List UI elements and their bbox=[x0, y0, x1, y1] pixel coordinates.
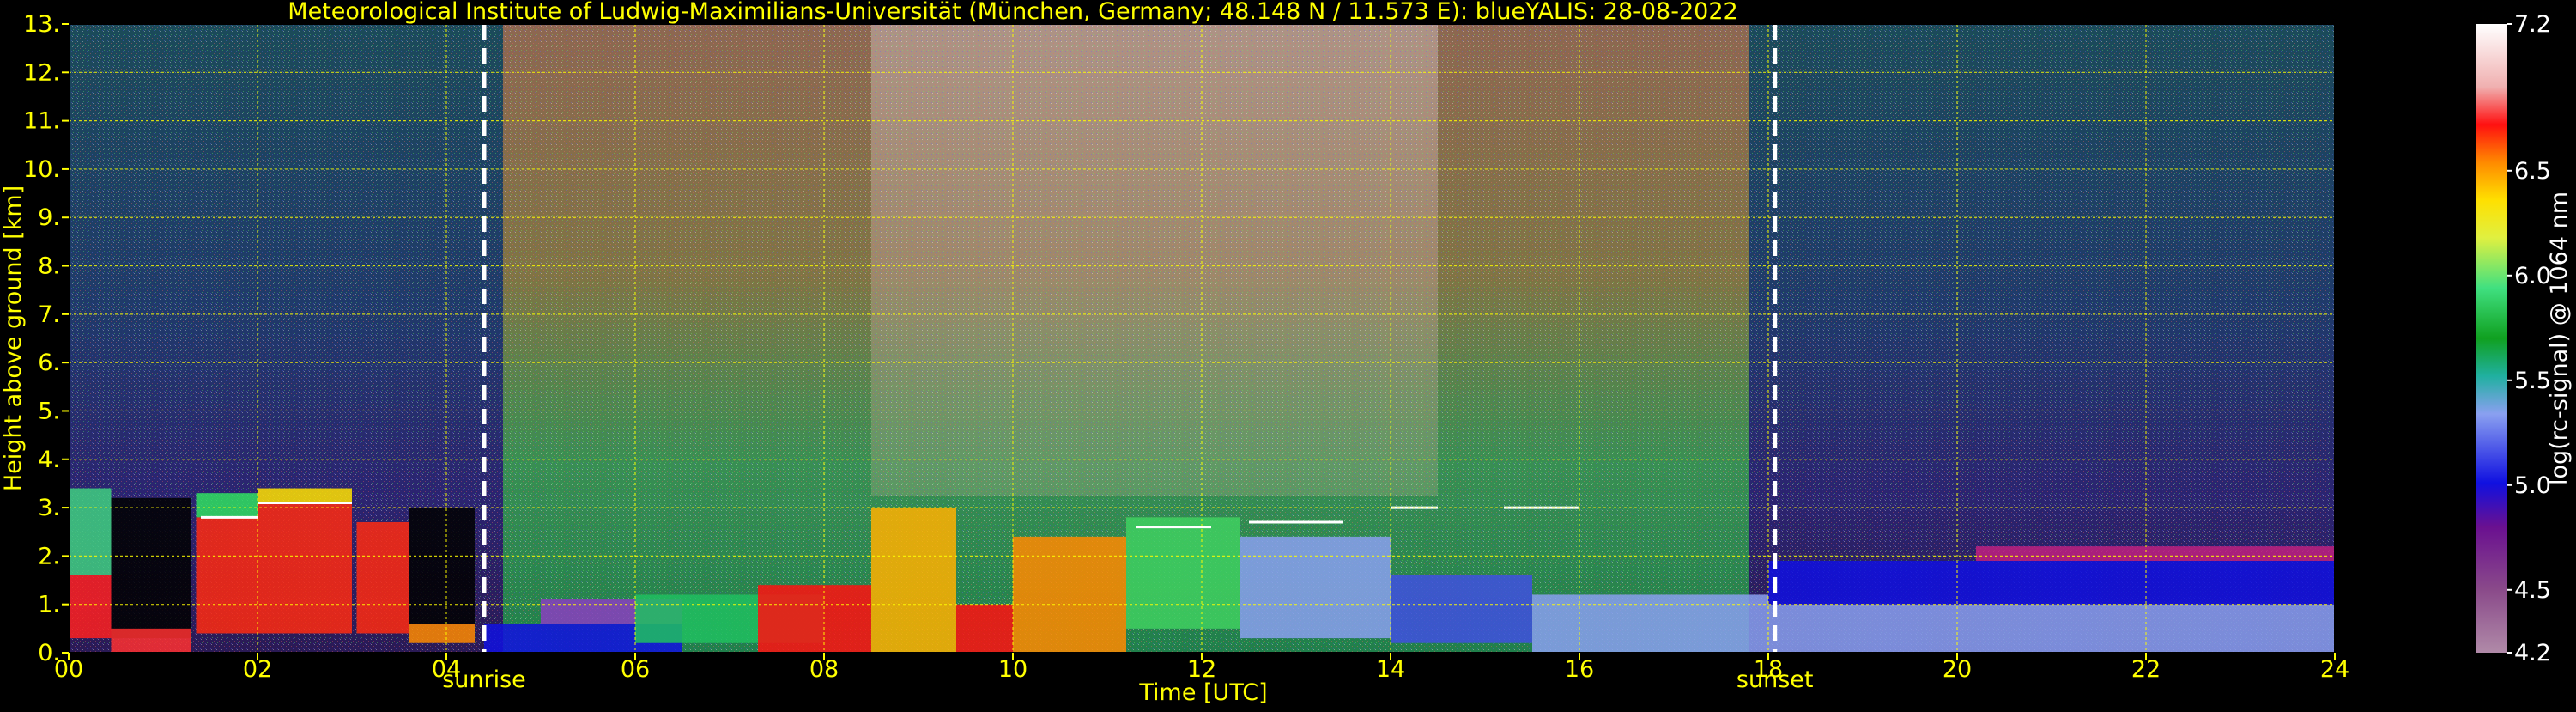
y-tick-label: 9. bbox=[38, 204, 60, 231]
feature-block bbox=[111, 497, 191, 639]
x-tick-label: 24 bbox=[2320, 656, 2349, 683]
colorbar-tick-label: 4.5 bbox=[2514, 577, 2551, 604]
x-tick-label: 06 bbox=[621, 656, 650, 683]
x-axis-label: Time [UTC] bbox=[1138, 679, 1267, 706]
feature-block bbox=[758, 585, 871, 653]
feature-block bbox=[1532, 594, 1768, 653]
feature-block bbox=[956, 604, 1013, 653]
feature-block bbox=[196, 517, 258, 634]
feature-block bbox=[258, 488, 352, 503]
y-tick-label: 10. bbox=[23, 156, 60, 183]
feature-block bbox=[1240, 536, 1391, 639]
lidar-quicklook: sunrise sunset 00 02 04 06 08 10 12 14 16 18 20 22 24… bbox=[0, 0, 2576, 708]
y-tick-label: 6. bbox=[38, 350, 60, 376]
feature-block bbox=[409, 508, 475, 624]
feature-block bbox=[1013, 536, 1126, 653]
x-tick-label: 04 bbox=[432, 656, 461, 683]
feature-block bbox=[69, 575, 112, 639]
chart-svg: sunrise sunset 00 02 04 06 08 10 12 14 16 18 20 22 24… bbox=[0, 0, 2573, 706]
y-tick-label: 5. bbox=[38, 398, 60, 424]
feature-block bbox=[1976, 546, 2335, 562]
colorbar: 4.24.55.05.56.06.57.2 bbox=[2476, 11, 2551, 666]
x-tick-label: 14 bbox=[1376, 656, 1405, 683]
colorbar-tick-label: 6.5 bbox=[2514, 158, 2551, 185]
y-tick-label: 13. bbox=[23, 11, 60, 38]
y-tick-label: 2. bbox=[38, 543, 60, 569]
feature-block bbox=[111, 628, 191, 653]
y-tick-label: 4. bbox=[38, 447, 60, 473]
y-tick-label: 0. bbox=[38, 640, 60, 666]
x-tick-label: 10 bbox=[998, 656, 1027, 683]
feature-block bbox=[258, 502, 352, 634]
colorbar-tick-label: 7.2 bbox=[2514, 11, 2551, 38]
feature-block bbox=[356, 521, 409, 634]
x-tick-label: 20 bbox=[1943, 656, 1972, 683]
colorbar-label: log(rc-signal) @ 1064 nm bbox=[2546, 192, 2573, 485]
feature-block bbox=[69, 488, 112, 575]
y-tick-label: 8. bbox=[38, 253, 60, 280]
colorbar-scale bbox=[2476, 24, 2507, 653]
x-tick-label: 08 bbox=[809, 656, 839, 683]
chart-title: Meteorological Institute of Ludwig-Maxim… bbox=[288, 0, 1737, 25]
x-tick-label: 16 bbox=[1565, 656, 1594, 683]
feature-block bbox=[409, 624, 475, 643]
x-tick-label: 22 bbox=[2131, 656, 2161, 683]
feature-block bbox=[1768, 561, 2335, 605]
x-tick-label: 02 bbox=[243, 656, 272, 683]
colorbar-tick-label: 4.2 bbox=[2514, 640, 2551, 666]
feature-block bbox=[1126, 517, 1240, 629]
y-tick-label: 11. bbox=[23, 108, 60, 135]
y-tick-label: 1. bbox=[38, 592, 60, 618]
feature-block bbox=[1768, 604, 2335, 653]
y-axis-label: Height above ground [km] bbox=[0, 186, 27, 491]
y-tick-label: 3. bbox=[38, 495, 60, 521]
x-tick-label: 18 bbox=[1754, 656, 1783, 683]
y-tick-label: 12. bbox=[23, 59, 60, 86]
feature-block bbox=[871, 508, 956, 653]
y-tick-label: 7. bbox=[38, 301, 60, 328]
feature-block bbox=[1391, 575, 1532, 643]
feature-block bbox=[196, 493, 258, 518]
